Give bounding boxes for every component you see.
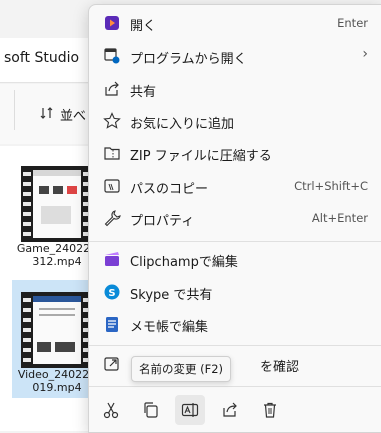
file-area: Game_240227 312.mp4 Video_240227 019.mp4 <box>0 146 102 431</box>
media-player-icon <box>102 13 122 33</box>
sort-button[interactable]: 並べ <box>40 105 86 124</box>
explorer-title: soft Studio <box>4 50 80 66</box>
delete-icon[interactable] <box>255 395 285 425</box>
menu-item-skype[interactable]: S Skype で共有 <box>89 276 381 308</box>
wrench-icon <box>102 208 122 228</box>
copy-path-icon <box>102 176 122 196</box>
menu-item-favorite[interactable]: お気に入りに追加 <box>89 105 381 137</box>
menu-item-label: 開く <box>130 19 157 34</box>
menu-item-label: パスのコピー <box>130 182 209 197</box>
menu-item-open[interactable]: 開く Enter <box>89 7 381 39</box>
menu-item-clipchamp[interactable]: Clipchampで編集 <box>89 243 381 275</box>
chevron-right-icon: › <box>362 46 368 62</box>
menu-item-label: ZIP ファイルに圧縮する <box>130 149 272 164</box>
more-options-icon <box>102 354 122 374</box>
menu-item-label: Clipchampで編集 <box>130 255 238 270</box>
explorer-toolbar: 並べ <box>0 84 100 144</box>
rename-icon[interactable] <box>175 395 205 425</box>
cut-icon[interactable] <box>96 395 126 425</box>
menu-item-label: メモ帳で編集 <box>130 320 209 335</box>
clipchamp-icon <box>102 249 122 269</box>
sort-icon <box>40 106 54 124</box>
menu-separator <box>89 386 381 387</box>
menu-item-open-with[interactable]: プログラムから開く › <box>89 40 381 72</box>
menu-item-label: を確認 <box>260 360 300 375</box>
notepad-icon <box>102 314 122 334</box>
menu-item-label: 共有 <box>130 85 157 100</box>
video-thumbnail <box>21 292 93 368</box>
share-icon[interactable] <box>215 395 245 425</box>
menu-quick-actions <box>89 390 381 430</box>
menu-separator <box>89 345 381 346</box>
shortcut-label: Ctrl+Shift+C <box>294 179 368 193</box>
sort-label: 並べ <box>60 109 87 124</box>
menu-item-share[interactable]: 共有 <box>89 73 381 105</box>
share-icon <box>102 79 122 99</box>
rename-tooltip: 名前の変更 (F2) <box>131 356 231 382</box>
star-icon <box>102 111 122 131</box>
menu-item-properties[interactable]: プロパティ Alt+Enter <box>89 202 381 234</box>
open-with-icon <box>102 46 122 66</box>
menu-item-label: プログラムから開く <box>130 52 247 67</box>
menu-item-notepad[interactable]: メモ帳で編集 <box>89 308 381 340</box>
menu-item-label: お気に入りに追加 <box>130 117 235 132</box>
toolbar-edge <box>0 90 15 130</box>
skype-icon: S <box>102 282 122 302</box>
menu-item-label: プロパティ <box>130 214 195 229</box>
menu-item-zip[interactable]: ZIP ファイルに圧縮する <box>89 137 381 169</box>
explorer-title-bar: soft Studio <box>0 38 100 110</box>
shortcut-label: Enter <box>337 16 368 30</box>
svg-text:S: S <box>108 288 115 299</box>
copy-icon[interactable] <box>136 395 166 425</box>
video-thumbnail <box>21 166 93 242</box>
shortcut-label: Alt+Enter <box>311 211 368 225</box>
menu-item-label: Skype で共有 <box>130 288 213 303</box>
zip-folder-icon <box>102 143 122 163</box>
menu-separator <box>89 241 381 242</box>
menu-item-copy-path[interactable]: パスのコピー Ctrl+Shift+C <box>89 170 381 202</box>
